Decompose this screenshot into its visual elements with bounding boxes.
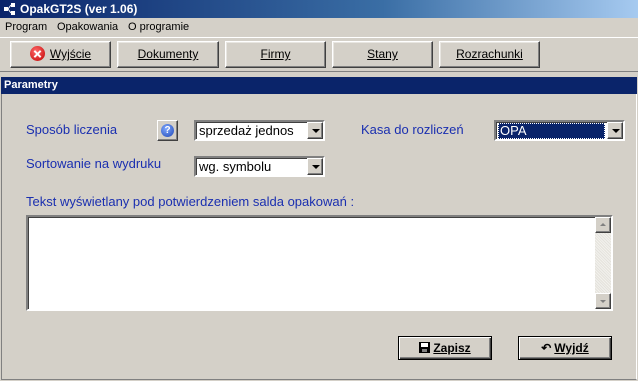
calc-method-select[interactable]: sprzedaż jednos [194, 120, 325, 141]
help-icon: ? [161, 124, 174, 137]
floppy-icon [419, 342, 431, 353]
scroll-down-icon[interactable] [595, 293, 611, 309]
undo-icon: ↶ [541, 341, 552, 355]
calc-method-label: Sposób liczenia [26, 122, 118, 137]
window-title: OpakGT2S (ver 1.06) [20, 2, 138, 16]
exit-button-label: Wyjdź [554, 341, 589, 355]
chevron-down-icon[interactable] [307, 158, 323, 175]
documents-button[interactable]: Dokumenty [117, 41, 219, 68]
help-button[interactable]: ? [157, 120, 178, 141]
sort-value: wg. symbolu [199, 159, 272, 174]
chevron-down-icon[interactable] [307, 122, 323, 139]
menu-opakowania[interactable]: Opakowania [57, 21, 118, 34]
sort-select[interactable]: wg. symbolu [194, 156, 325, 177]
vertical-scrollbar[interactable] [595, 217, 611, 309]
companies-label: Firmy [260, 47, 291, 61]
companies-button[interactable]: Firmy [225, 41, 326, 68]
sort-label: Sortowanie na wydruku [26, 156, 162, 171]
title-bar: OpakGT2S (ver 1.06) [0, 0, 638, 18]
menu-bar: Program Opakowania O programie [0, 18, 638, 37]
text-label: Tekst wyświetlany pod potwierdzeniem sal… [26, 194, 355, 209]
cash-label: Kasa do rozliczeń [361, 122, 464, 137]
menu-o-programie[interactable]: O programie [128, 21, 189, 34]
cash-value: OPA [498, 123, 605, 139]
save-button-label: Zapisz [433, 341, 471, 355]
exit-button[interactable]: ↶ Wyjdź [518, 336, 612, 360]
menu-program[interactable]: Program [5, 21, 47, 34]
save-button[interactable]: Zapisz [398, 336, 492, 360]
chevron-down-icon[interactable] [607, 122, 623, 139]
app-icon [4, 3, 15, 15]
settlements-label: Rozrachunki [456, 47, 523, 61]
exit-toolbar-label: Wyjście [49, 47, 92, 61]
close-icon [29, 46, 45, 61]
toolbar: Wyjście Dokumenty Firmy Stany Rozrachunk… [0, 37, 638, 72]
exit-toolbar-button[interactable]: Wyjście [10, 41, 111, 68]
documents-label: Dokumenty [137, 47, 199, 61]
panel-title: Parametry [1, 77, 637, 94]
scroll-up-icon[interactable] [595, 217, 611, 233]
states-button[interactable]: Stany [332, 41, 433, 68]
calc-method-value: sprzedaż jednos [199, 123, 294, 138]
states-label: Stany [367, 47, 398, 61]
settlements-button[interactable]: Rozrachunki [439, 41, 540, 68]
confirmation-text-area[interactable] [26, 215, 613, 311]
cash-select[interactable]: OPA [494, 120, 625, 141]
